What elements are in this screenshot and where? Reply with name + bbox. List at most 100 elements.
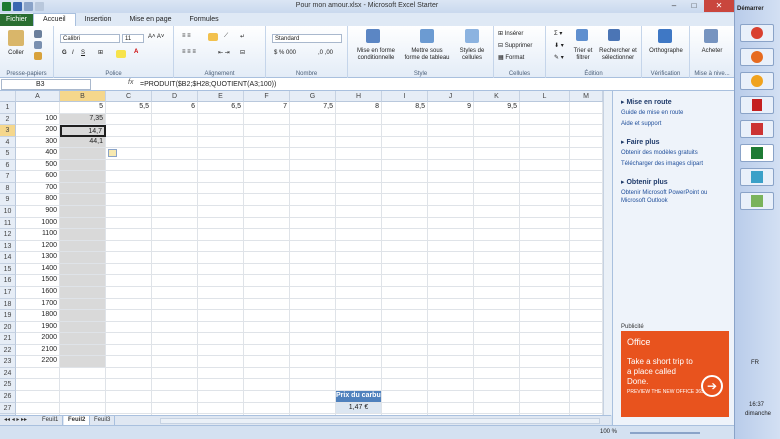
cell-d26[interactable] — [152, 391, 198, 403]
format-painter-icon[interactable] — [34, 52, 42, 60]
cell-b2[interactable]: 7,35 — [60, 113, 106, 126]
cell-l23[interactable] — [520, 356, 570, 368]
cell-m13[interactable] — [570, 240, 603, 253]
indent-icon[interactable]: ⇤ ⇥ — [218, 49, 230, 56]
cell-e7[interactable] — [198, 171, 244, 183]
row-header-3[interactable]: 3 — [0, 125, 16, 137]
format-as-table-button[interactable]: Mettre sous forme de tableau — [404, 48, 450, 62]
cell-m25[interactable] — [570, 379, 603, 391]
cell-m21[interactable] — [570, 333, 603, 345]
tab-page-layout[interactable]: Mise en page — [120, 14, 180, 26]
cell-c24[interactable] — [106, 367, 152, 380]
cell-f14[interactable] — [244, 252, 290, 264]
cell-f21[interactable] — [244, 333, 290, 345]
cell-f3[interactable] — [244, 125, 290, 137]
cell-g24[interactable] — [290, 367, 336, 380]
cell-l21[interactable] — [520, 333, 570, 345]
cell-l17[interactable] — [520, 286, 570, 299]
row-header-13[interactable]: 13 — [0, 240, 16, 253]
cell-e27[interactable] — [198, 402, 244, 415]
cell-i27[interactable] — [382, 402, 428, 415]
cell-g12[interactable] — [290, 229, 336, 241]
cell-f16[interactable] — [244, 275, 290, 287]
cell-g17[interactable] — [290, 286, 336, 299]
cell-a3[interactable]: 200 — [16, 125, 60, 137]
cell-e3[interactable] — [198, 125, 244, 137]
cell-k25[interactable] — [474, 379, 520, 391]
cell-b24[interactable] — [60, 367, 106, 380]
cell-l8[interactable] — [520, 182, 570, 195]
cell-m15[interactable] — [570, 263, 603, 276]
cell-c1[interactable]: 5,5 — [106, 102, 152, 114]
cell-k8[interactable] — [474, 182, 520, 195]
cell-d22[interactable] — [152, 344, 198, 357]
copy-icon[interactable] — [34, 41, 42, 49]
cell-c2[interactable] — [106, 113, 152, 126]
cell-c11[interactable] — [106, 217, 152, 230]
cell-i24[interactable] — [382, 367, 428, 380]
row-header-5[interactable]: 5 — [0, 148, 16, 160]
cell-f11[interactable] — [244, 217, 290, 230]
cell-b13[interactable] — [60, 240, 106, 253]
cell-g15[interactable] — [290, 263, 336, 276]
cell-c8[interactable] — [106, 182, 152, 195]
cell-b7[interactable] — [60, 171, 106, 183]
language-indicator[interactable]: FR — [751, 360, 759, 366]
cell-l24[interactable] — [520, 367, 570, 380]
cell-j10[interactable] — [428, 206, 474, 218]
cell-h25[interactable] — [336, 379, 382, 391]
cell-j17[interactable] — [428, 286, 474, 299]
paste-button[interactable]: Coller — [2, 50, 30, 57]
cell-c3[interactable] — [106, 125, 152, 137]
cell-k11[interactable] — [474, 217, 520, 230]
cell-g16[interactable] — [290, 275, 336, 287]
cell-l4[interactable] — [520, 136, 570, 149]
cell-l27[interactable] — [520, 402, 570, 415]
decimal-icon[interactable]: ,0 ,00 — [318, 50, 333, 56]
cell-a25[interactable] — [16, 379, 60, 391]
cell-a24[interactable] — [16, 367, 60, 380]
cell-b9[interactable] — [60, 194, 106, 207]
row-header-6[interactable]: 6 — [0, 159, 16, 172]
paint-icon[interactable] — [740, 192, 774, 210]
row-header-16[interactable]: 16 — [0, 275, 16, 287]
row-header-26[interactable]: 26 — [0, 391, 16, 403]
bold-icon[interactable]: G — [62, 50, 67, 56]
cell-m7[interactable] — [570, 171, 603, 183]
cell-h8[interactable] — [336, 182, 382, 195]
cell-l11[interactable] — [520, 217, 570, 230]
cell-h27[interactable]: 1,47 € — [336, 402, 382, 415]
cell-g18[interactable] — [290, 298, 336, 311]
cell-i2[interactable] — [382, 113, 428, 126]
cell-d16[interactable] — [152, 275, 198, 287]
cell-f18[interactable] — [244, 298, 290, 311]
cell-g9[interactable] — [290, 194, 336, 207]
cell-k27[interactable] — [474, 402, 520, 415]
cell-d2[interactable] — [152, 113, 198, 126]
font-name-select[interactable]: Calibri — [60, 34, 120, 43]
cell-m5[interactable] — [570, 148, 603, 160]
cell-f19[interactable] — [244, 310, 290, 322]
cell-b10[interactable] — [60, 206, 106, 218]
format-as-table-icon[interactable] — [420, 29, 434, 43]
cell-h18[interactable] — [336, 298, 382, 311]
borders-icon[interactable]: ⊞ — [98, 49, 103, 56]
row-header-4[interactable]: 4 — [0, 136, 16, 149]
cell-e6[interactable] — [198, 159, 244, 172]
cell-g5[interactable] — [290, 148, 336, 160]
pin-icon[interactable] — [740, 96, 774, 114]
column-header-l[interactable]: L — [520, 91, 570, 102]
cell-a14[interactable]: 1300 — [16, 252, 60, 264]
cell-m10[interactable] — [570, 206, 603, 218]
cell-j3[interactable] — [428, 125, 474, 137]
cell-i6[interactable] — [382, 159, 428, 172]
row-header-9[interactable]: 9 — [0, 194, 16, 207]
cell-i3[interactable] — [382, 125, 428, 137]
cell-d12[interactable] — [152, 229, 198, 241]
cell-j20[interactable] — [428, 321, 474, 334]
cell-k16[interactable] — [474, 275, 520, 287]
cell-g19[interactable] — [290, 310, 336, 322]
cell-k22[interactable] — [474, 344, 520, 357]
cell-l12[interactable] — [520, 229, 570, 241]
cell-m22[interactable] — [570, 344, 603, 357]
